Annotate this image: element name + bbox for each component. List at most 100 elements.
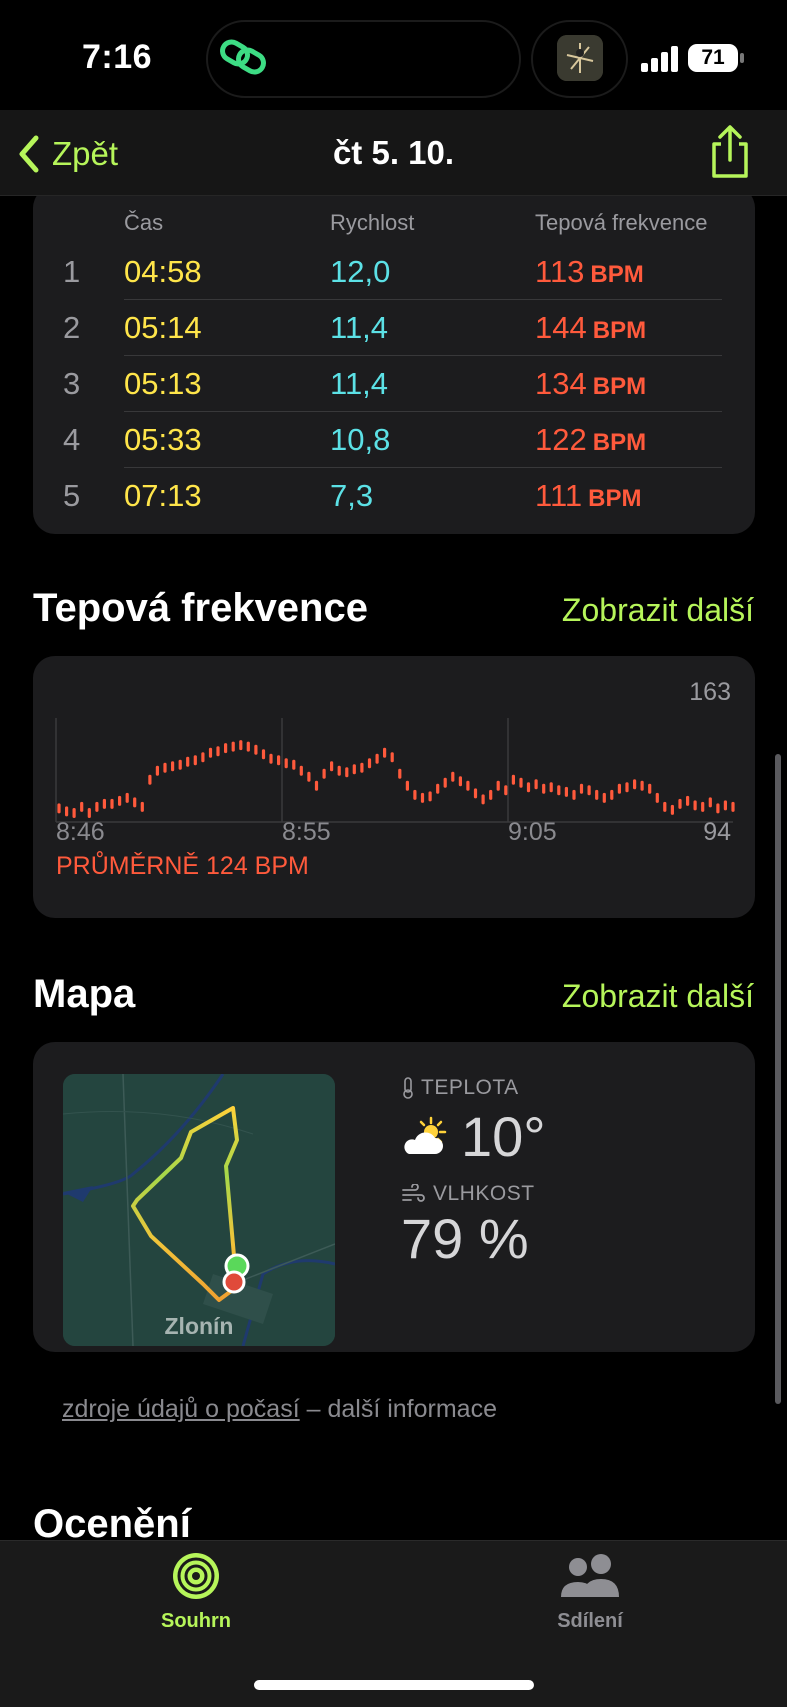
split-number: 5 (63, 478, 81, 513)
battery-tip (740, 53, 744, 63)
home-indicator[interactable] (254, 1680, 534, 1690)
split-hr-unit: BPM (592, 429, 647, 456)
hr-sample-mark (398, 768, 402, 779)
hr-sample-mark (322, 768, 326, 779)
hr-sample-mark (511, 774, 515, 785)
hr-sample-mark (519, 777, 523, 788)
hr-sample-mark (360, 762, 364, 773)
heart-rate-card[interactable]: 163 8:46 8:55 9:05 94 PRŮMĚRNĚ 124 BPM (33, 656, 755, 918)
tab-summary[interactable]: Souhrn (96, 1551, 296, 1633)
hr-sample-mark (133, 797, 137, 808)
hr-sample-mark (708, 797, 712, 808)
hr-sample-mark (602, 792, 606, 803)
hr-sample-mark (579, 783, 584, 794)
hr-sample-mark (383, 747, 387, 758)
hr-sample-mark (625, 782, 629, 793)
hr-sample-mark (163, 762, 167, 773)
temperature-label: TEPLOTA (401, 1076, 519, 1100)
header-speed: Rychlost (330, 210, 415, 235)
split-heart-rate: 122 BPM (535, 422, 646, 458)
map-card[interactable]: Zlonín TEPLOTA 10° VLHKOST 79 % (33, 1042, 755, 1352)
hr-sample-mark (443, 777, 447, 788)
split-heart-rate: 144 BPM (535, 310, 646, 346)
hr-sample-mark (610, 789, 614, 800)
split-time: 05:13 (124, 366, 202, 401)
hr-sample-mark (458, 776, 462, 787)
hr-sample-mark (224, 743, 228, 754)
hr-sample-mark (87, 808, 91, 818)
album-art-icon (557, 35, 603, 81)
split-time: 05:33 (124, 422, 202, 457)
map-title: Mapa (33, 972, 136, 1016)
hr-sample-mark (595, 789, 599, 800)
hr-sample-mark (375, 753, 379, 764)
share-icon[interactable] (706, 124, 754, 180)
split-hr-value: 113 (535, 254, 585, 289)
map-town-label: Zlonín (164, 1313, 234, 1339)
status-bar: 7:16 71 (0, 0, 787, 110)
hr-sample-mark (587, 785, 591, 796)
humidity-label: VLHKOST (401, 1182, 535, 1206)
hr-sample-mark (526, 782, 531, 793)
hr-sample-mark (678, 798, 682, 809)
hr-sample-mark (731, 801, 735, 812)
weather-source-note: zdroje údajů o počasí – další informace (62, 1395, 497, 1424)
split-hr-value: 122 (535, 422, 587, 457)
hr-sample-mark (572, 789, 576, 800)
hr-sample-mark (102, 798, 106, 809)
hr-sample-mark (655, 792, 659, 803)
hr-sample-mark (640, 780, 644, 791)
hr-sample-mark (352, 764, 356, 775)
split-number: 3 (63, 366, 81, 401)
split-number: 4 (63, 422, 81, 457)
activity-link-icon (220, 39, 266, 75)
hr-sample-mark (473, 788, 478, 799)
hr-sample-mark (420, 792, 425, 803)
hr-average: PRŮMĚRNĚ 124 BPM (56, 852, 309, 880)
hr-sample-mark (284, 758, 288, 769)
header-heart-rate: Tepová frekvence (535, 210, 708, 235)
hr-sample-mark (261, 749, 266, 760)
hr-sample-mark (549, 782, 553, 793)
humidity-wind-icon (402, 1184, 425, 1202)
hr-max-label: 163 (689, 678, 731, 706)
split-row: 1 04:58 12,0 113 BPM (33, 244, 755, 300)
map-more-link[interactable]: Zobrazit další (562, 978, 754, 1015)
tab-sharing[interactable]: Sdílení (490, 1551, 690, 1633)
split-hr-unit: BPM (588, 485, 642, 512)
hr-sample-mark (542, 783, 546, 794)
hr-sample-mark (292, 759, 296, 770)
hr-sample-mark (299, 765, 303, 776)
hr-sample-mark (413, 789, 417, 800)
hr-sample-mark (723, 800, 727, 811)
hr-sample-mark (496, 780, 500, 791)
hr-sample-mark (72, 808, 76, 818)
split-speed: 10,8 (330, 422, 391, 457)
hr-sample-mark (171, 761, 175, 772)
heart-rate-more-link[interactable]: Zobrazit další (562, 592, 754, 629)
hr-sample-mark (686, 795, 690, 806)
split-hr-value: 111 (535, 478, 583, 513)
hr-sample-mark (216, 746, 220, 757)
hr-sample-mark (95, 801, 99, 812)
hr-sample-mark (564, 786, 568, 797)
page-title: čt 5. 10. (332, 134, 455, 171)
hr-min-label: 94 (703, 818, 731, 846)
hr-sample-mark (148, 774, 152, 785)
hr-sample-mark (65, 806, 69, 817)
hr-sample-mark (345, 767, 349, 778)
content-scroll[interactable]: Čas Rychlost Tepová frekvence 1 04:58 12,0… (0, 196, 787, 1540)
awards-title: Ocenění (33, 1502, 191, 1540)
route-map[interactable]: Zlonín (63, 1074, 335, 1346)
hr-sample-mark (208, 747, 213, 758)
status-time: 7:16 (82, 38, 153, 76)
hr-sample-mark (307, 771, 311, 782)
people-icon (561, 1554, 619, 1597)
scrollbar[interactable] (775, 754, 781, 1404)
weather-source-link[interactable]: zdroje údajů o počasí (62, 1395, 300, 1423)
hr-sample-mark (201, 752, 205, 763)
screen: 7:16 71 Zpět čt 5. 10. Čas Rychlost Tepo… (0, 0, 787, 1707)
header-time: Čas (124, 210, 164, 235)
hr-sample-mark (405, 780, 409, 791)
hr-sample-mark (716, 803, 720, 814)
